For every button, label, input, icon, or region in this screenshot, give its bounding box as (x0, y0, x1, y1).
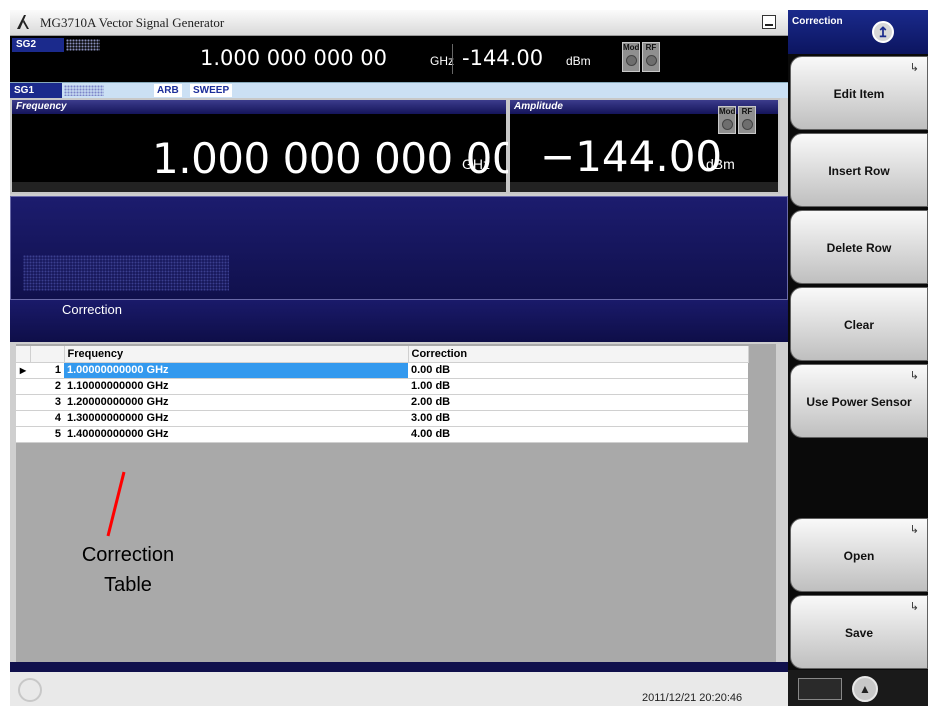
clear-button[interactable]: Clear (790, 287, 928, 361)
top-arrow-icon[interactable]: ↥ (872, 21, 894, 43)
delete-row-button[interactable]: Delete Row (790, 210, 928, 284)
annotation-line (106, 471, 126, 537)
save-button[interactable]: ↳ Save (790, 595, 928, 669)
annotation-label: Correction Table (58, 540, 198, 600)
submenu-arrow-icon: ↳ (909, 62, 919, 74)
softkey-panel-footer: ▲ (788, 670, 928, 706)
softkey-label: Delete Row (826, 241, 892, 255)
softkey-label: Save (844, 626, 874, 640)
up-arrow-icon[interactable]: ▲ (852, 676, 878, 702)
softkey-label: Use Power Sensor (806, 395, 912, 409)
softkey-panel: Correction ↥ ↳ Edit Item Insert Row Dele… (788, 10, 928, 706)
softkey-panel-title: Correction (792, 16, 843, 27)
submenu-arrow-icon: ↳ (909, 524, 919, 536)
app-root: MG3710A Vector Signal Generator SG2 1.00… (0, 0, 928, 706)
submenu-arrow-icon: ↳ (909, 370, 919, 382)
page-indicator (798, 678, 842, 700)
softkey-label: Edit Item (833, 87, 885, 101)
softkey-label: Clear (843, 318, 875, 332)
edit-item-button[interactable]: ↳ Edit Item (790, 56, 928, 130)
softkey-label: Open (843, 549, 875, 563)
submenu-arrow-icon: ↳ (909, 601, 919, 613)
open-button[interactable]: ↳ Open (790, 518, 928, 592)
use-power-sensor-button[interactable]: ↳ Use Power Sensor (790, 364, 928, 438)
annotation-line2: Table (104, 574, 152, 596)
insert-row-button[interactable]: Insert Row (790, 133, 928, 207)
annotation-line1: Correction (81, 544, 175, 566)
softkey-label: Insert Row (828, 164, 890, 178)
softkey-panel-header: Correction ↥ (788, 10, 928, 54)
